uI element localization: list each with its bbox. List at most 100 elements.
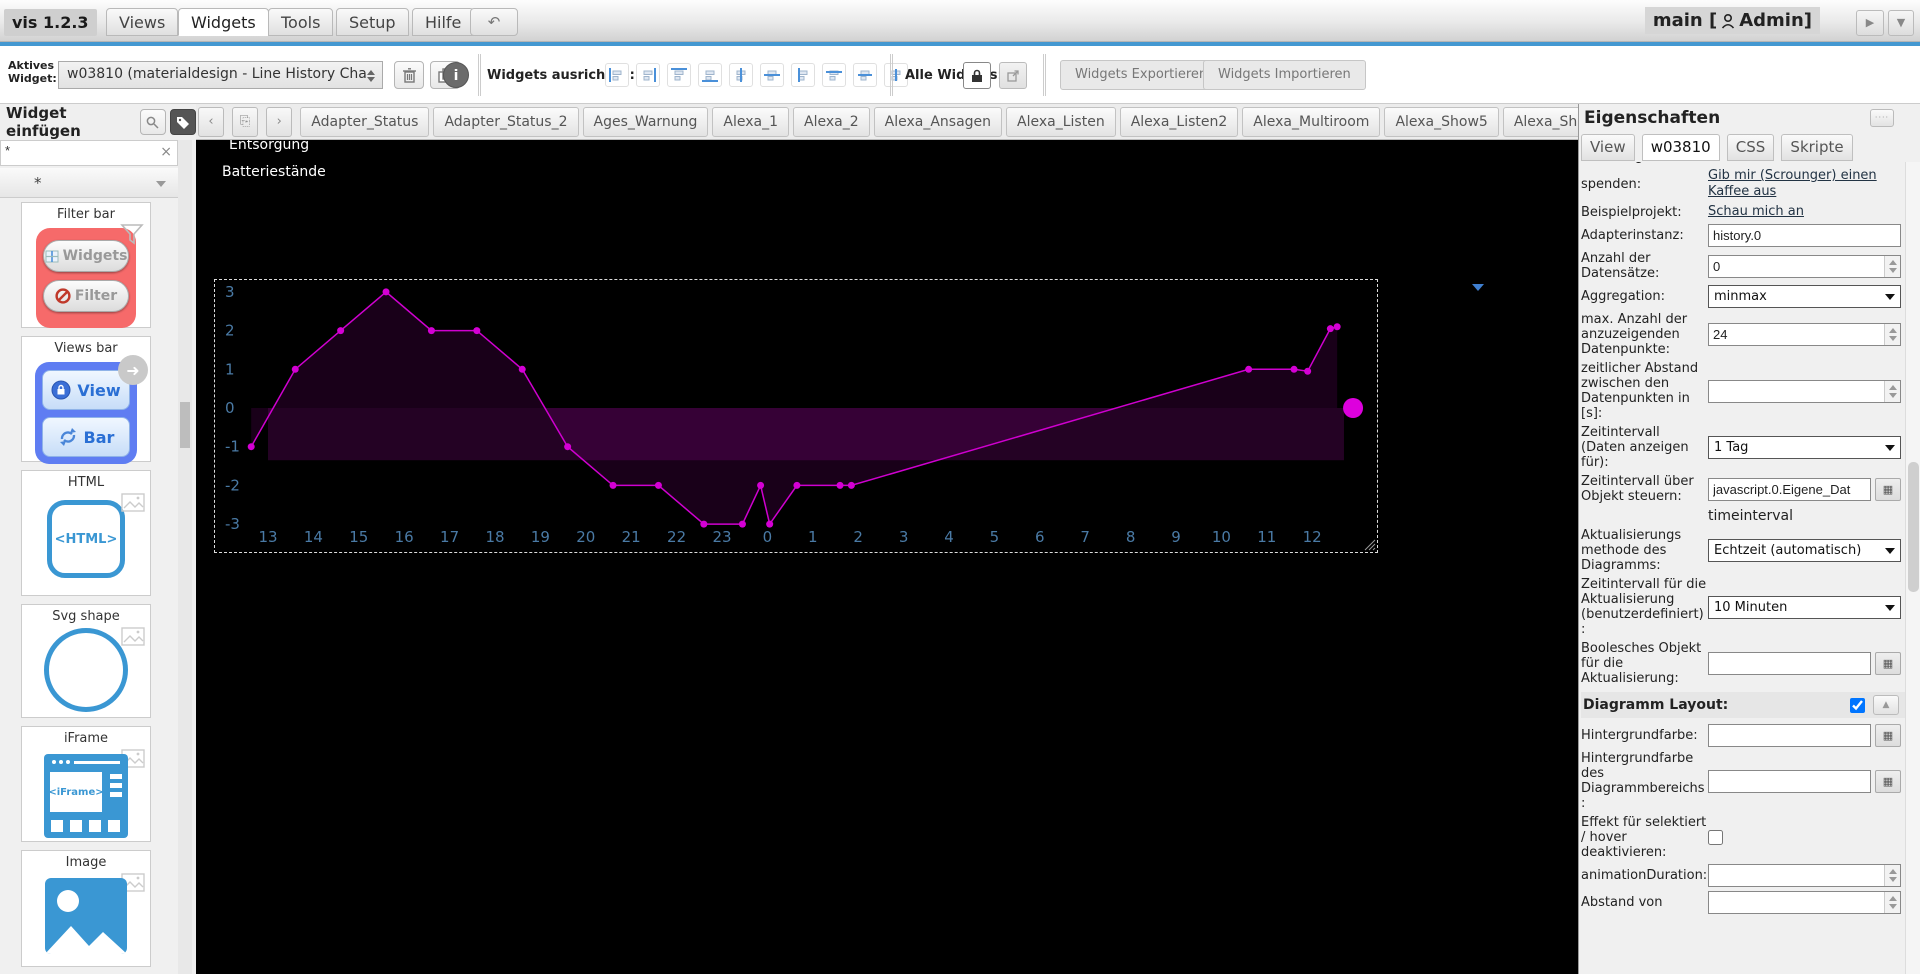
clear-filter-icon[interactable]: × [160,144,172,160]
data-point [609,481,617,489]
menu-tab-setup[interactable]: Setup [336,8,409,36]
section-checkbox[interactable] [1850,697,1865,713]
property-text-input[interactable] [1708,224,1901,247]
number-input[interactable] [1708,323,1901,346]
widget-card-iframe[interactable]: iFrame <iFrame> [21,726,151,842]
widget-info-button[interactable]: i [443,62,469,88]
property-label: Adapterinstanz: [1581,228,1684,243]
export-widgets-button[interactable]: Widgets Exportieren [1060,60,1223,90]
palette-filter-input[interactable] [5,143,155,158]
scrollbar-thumb[interactable] [1908,462,1919,592]
property-link[interactable]: Schau mich an [1708,204,1804,220]
run-button[interactable]: ▶ [1856,10,1884,36]
widget-card-image[interactable]: Image [21,850,151,967]
same-width-button[interactable] [853,63,877,87]
spinner-icon[interactable] [1884,380,1900,402]
tabs-scroll-right-button[interactable]: › [266,107,293,137]
spinner-icon[interactable] [1884,892,1900,913]
view-tab-ages_warnung[interactable]: Ages_Warnung [582,107,709,137]
props-tab-view[interactable]: View [1581,134,1635,161]
number-input[interactable] [1708,254,1901,278]
object-picker-button[interactable]: ▦ [1875,769,1901,793]
tabs-scroll-left-button[interactable]: ‹ [198,107,224,137]
widget-card-viewsbar[interactable]: Views bar ➜ View Bar [21,336,151,464]
property-label: Beispielprojekt: [1581,204,1682,220]
chevron-down-icon [156,181,166,187]
menu-tab-hilfe[interactable]: Hilfe [412,8,475,36]
property-link[interactable]: Gib mir (Scrounger) einen Kaffee aus [1708,168,1901,200]
palette-tag-button[interactable] [169,109,197,135]
person-icon [1722,13,1735,29]
data-point [427,327,435,335]
spinner-icon[interactable] [1884,324,1900,345]
delete-widget-button[interactable] [394,61,424,89]
run-options-button[interactable]: ▼ [1888,10,1914,36]
property-select[interactable]: Echtzeit (automatisch) [1708,539,1901,562]
category-value: * [34,174,42,192]
palette-scrollbar[interactable] [178,140,192,974]
widget-card-html[interactable]: HTML <HTML> [21,470,151,596]
spinner-icon[interactable] [1884,865,1900,886]
view-tab-alexa_ansagen[interactable]: Alexa_Ansagen [873,107,1003,137]
lock-all-widgets-button[interactable] [963,62,991,89]
properties-scrollbar[interactable] [1905,162,1920,974]
property-select[interactable]: minmax [1708,285,1901,308]
widget-card-filterbar[interactable]: Filter bar Widgets Filter [21,202,151,328]
view-tab-alexa_listen[interactable]: Alexa_Listen [1006,107,1116,137]
object-picker-button[interactable]: ▦ [1875,652,1901,675]
x-tick-label: 23 [712,528,731,546]
view-canvas[interactable]: Entsorgung Batteriestände 3 2 1 0 -1 -2 -3 13 14… [196,140,1578,974]
align-left-button[interactable] [605,63,629,87]
property-object-input[interactable] [1708,477,1871,501]
property-link[interactable]: Lies mich! [1708,162,1775,164]
scrollbar-thumb[interactable] [180,402,190,448]
number-input[interactable] [1708,864,1901,887]
distribute-horizontal-button[interactable] [791,63,815,87]
select-value: 1 Tag [1714,440,1749,455]
property-object-input[interactable] [1708,652,1871,675]
view-tab-alexa_listen2[interactable]: Alexa_Listen2 [1119,107,1239,137]
view-tab-adapter_status_2[interactable]: Adapter_Status_2 [433,107,579,137]
distribute-vertical-button[interactable] [822,63,846,87]
props-tab-scripts[interactable]: Skripte [1781,134,1853,161]
property-checkbox[interactable] [1708,830,1723,845]
line-history-chart-widget[interactable]: 3 2 1 0 -1 -2 -3 13 14 15 16 17 18 19 20 21 22 23 0 1 2 3 4 5 6 7… [214,279,1378,553]
view-tab-adapter_status[interactable]: Adapter_Status [300,107,430,137]
center-vertical-button[interactable] [760,63,784,87]
palette-filter: × [0,140,178,166]
menu-tab-tools[interactable]: Tools [268,8,334,36]
view-tab-alexa_show5[interactable]: Alexa_Show5 [1384,107,1499,137]
active-widget-select[interactable]: w03810 (materialdesign - Line History Ch… [58,61,383,89]
property-select[interactable]: 10 Minuten [1708,595,1901,619]
number-input[interactable] [1708,891,1901,914]
view-tab-alexa_multiroom[interactable]: Alexa_Multiroom [1242,107,1381,137]
import-widgets-button[interactable]: Widgets Importieren [1203,60,1366,90]
y-tick-label: -3 [225,515,240,533]
clipboard-button[interactable]: ⎘ [232,107,259,137]
menu-tab-widgets[interactable]: Widgets [178,8,269,36]
props-tab-widget[interactable]: w03810 [1641,134,1720,161]
number-input[interactable] [1708,379,1901,403]
align-top-button[interactable] [667,63,691,87]
widget-card-svg[interactable]: Svg shape [21,604,151,718]
view-tab-alexa_1[interactable]: Alexa_1 [712,107,790,137]
undo-button[interactable]: ↶ [470,8,518,36]
view-tab-alexa_show5_d[interactable]: Alexa_Show5_D [1502,107,1578,137]
align-bottom-button[interactable] [698,63,722,87]
property-object-input[interactable] [1708,769,1871,793]
object-picker-button[interactable]: ▦ [1875,477,1901,501]
view-tab-alexa_2[interactable]: Alexa_2 [793,107,870,137]
object-picker-button[interactable]: ▦ [1875,724,1901,747]
center-horizontal-button[interactable] [729,63,753,87]
props-tab-css[interactable]: CSS [1726,134,1775,161]
palette-search-button[interactable] [139,109,166,135]
dock-panel-button[interactable]: ···· [1870,109,1894,127]
align-right-button[interactable] [636,63,660,87]
property-select[interactable]: 1 Tag [1708,436,1901,459]
open-runtime-button[interactable] [999,62,1027,89]
palette-category-select[interactable]: * [0,168,178,198]
collapse-section-button[interactable]: ▲ [1873,695,1899,715]
property-object-input[interactable] [1708,724,1871,747]
menu-tab-views[interactable]: Views [106,8,179,36]
spinner-icon[interactable] [1884,255,1900,277]
